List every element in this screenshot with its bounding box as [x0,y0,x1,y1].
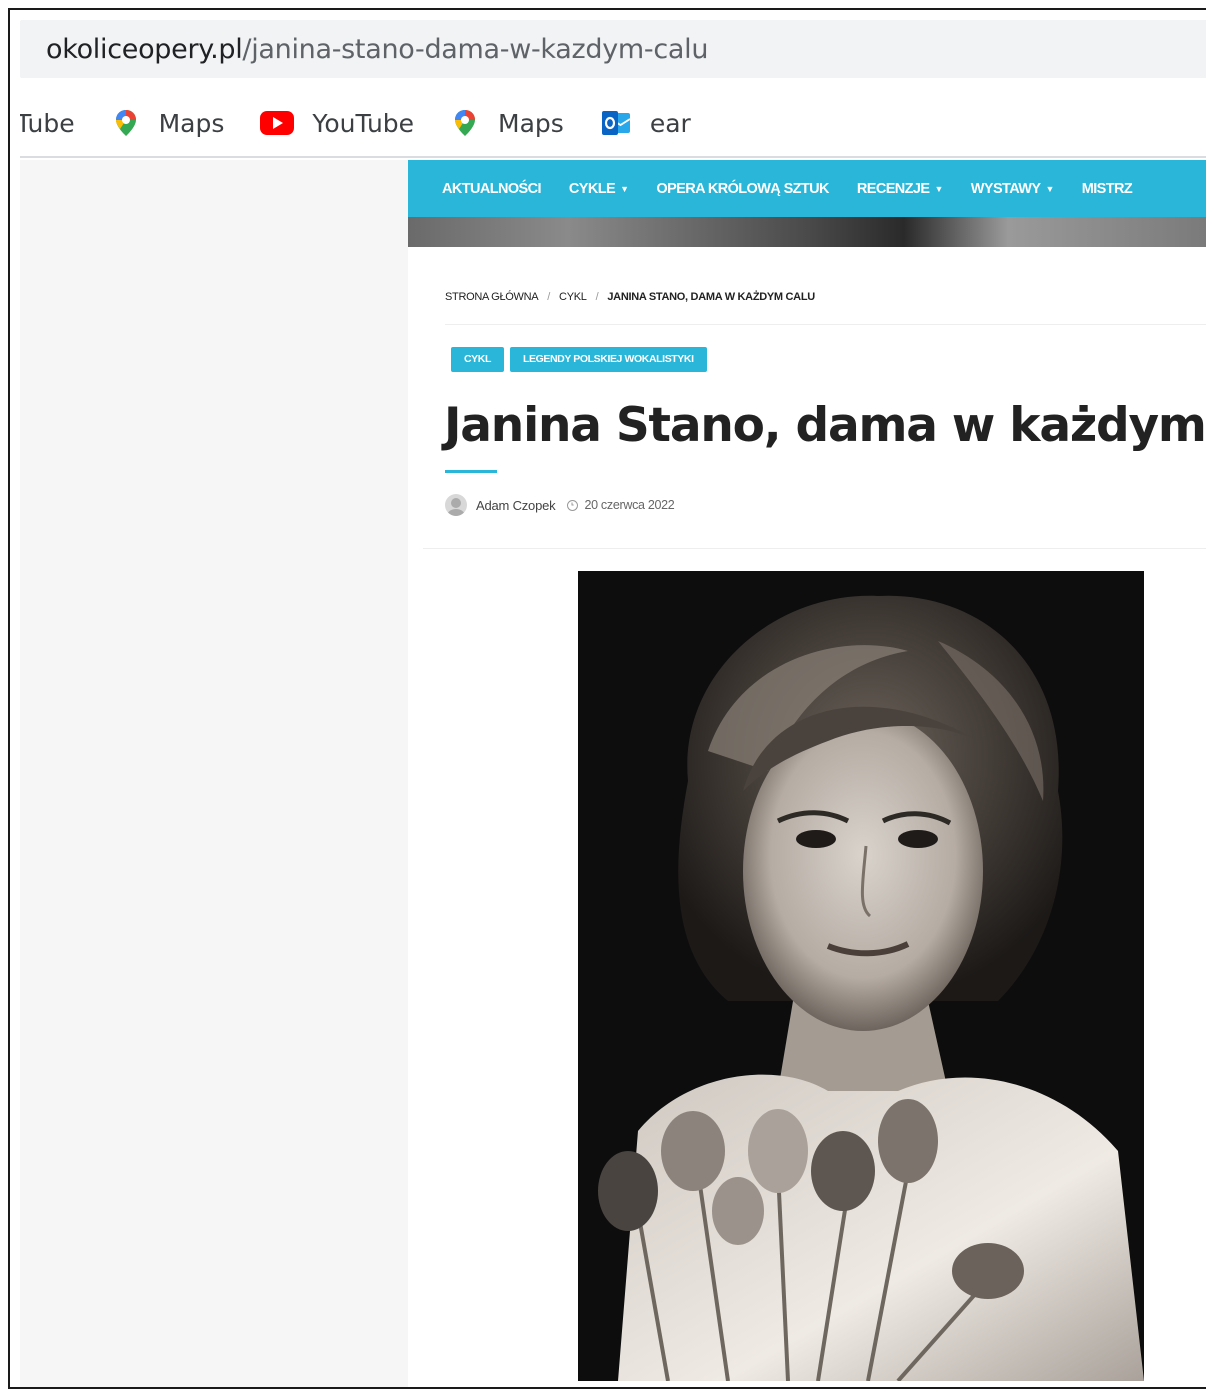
nav-item-recenzje[interactable]: RECENZJE ▼ [857,181,943,197]
breadcrumb-home[interactable]: STRONA GŁÓWNA [445,291,539,303]
author-name[interactable]: Adam Czopek [476,498,556,513]
bookmark-maps[interactable]: Maps [111,108,225,138]
tag-legendy[interactable]: LEGENDY POLSKIEJ WOKALISTYKI [509,347,707,372]
url-path: /janina-stano-dama-w-kazdym-calu [242,33,709,65]
nav-label: RECENZJE [856,180,930,197]
breadcrumb-separator: / [595,291,599,303]
nav-item-wystawy[interactable]: WYSTAWY ▼ [970,180,1055,197]
breadcrumb-separator: / [547,291,551,303]
bookmark-label: Maps [498,108,564,138]
tag-cykl[interactable]: CYKL [451,347,504,372]
bookmark-label: YouTube [312,108,415,138]
url-domain: okoliceopery.pl [46,33,243,65]
chevron-down-icon: ▼ [1045,183,1054,194]
bookmark-outlook[interactable]: ear [600,107,691,139]
bookmarks-bar: Tube Maps YouTube Maps ear [20,90,1206,158]
breadcrumb-current: JANINA STANO, DAMA W KAŻDYM CALU [607,291,815,303]
chevron-down-icon: ▼ [620,183,629,194]
category-tags: CYKL LEGENDY POLSKIEJ WOKALISTYKI [451,347,713,372]
nav-item-cykle[interactable]: CYKLE ▼ [568,180,629,197]
title-underline [445,470,497,473]
portrait-photo [578,571,1144,1381]
nav-label: OPERA KRÓLOWĄ SZTUK [656,180,829,197]
nav-label: MISTRZ [1081,180,1133,197]
browser-window: okoliceopery.pl/janina-stano-dama-w-kazd… [8,8,1206,1389]
divider [445,324,1206,325]
bookmark-youtube[interactable]: YouTube [260,109,414,138]
article-title: Janina Stano, dama w każdym calu [444,398,1206,453]
address-bar[interactable]: okoliceopery.pl/janina-stano-dama-w-kazd… [20,20,1206,78]
left-blank-pane [20,160,408,1387]
nav-item-opera[interactable]: OPERA KRÓLOWĄ SZTUK [656,181,829,197]
breadcrumb-section[interactable]: CYKL [559,291,587,303]
website-content: AKTUALNOŚCI CYKLE ▼ OPERA KRÓLOWĄ SZTUK R… [408,160,1206,1387]
main-navigation: AKTUALNOŚCI CYKLE ▼ OPERA KRÓLOWĄ SZTUK R… [408,160,1206,217]
bookmark-label: ear [649,108,691,138]
bookmark-label: Tube [20,108,75,138]
bookmark-maps-2[interactable]: Maps [450,108,564,138]
publish-date: 20 czerwca 2022 [584,498,675,512]
nav-label: CYKLE [568,180,616,197]
chevron-down-icon: ▼ [934,183,943,194]
nav-item-aktualnosci[interactable]: AKTUALNOŚCI [442,180,542,197]
divider [423,548,1206,549]
nav-label: WYSTAWY [970,180,1041,197]
author-avatar-icon [445,494,467,516]
bookmark-label: Maps [158,108,225,138]
article-meta: Adam Czopek 20 czerwca 2022 [445,494,675,516]
outlook-icon [600,107,632,139]
breadcrumb: STRONA GŁÓWNA / CYKL / JANINA STANO, DAMA W … [445,291,815,303]
nav-label: AKTUALNOŚCI [442,180,542,197]
clock-icon [567,499,579,511]
google-maps-icon [450,108,480,138]
header-image-strip [408,217,1206,247]
bookmark-tube[interactable]: Tube [20,109,75,138]
nav-item-mistrz[interactable]: MISTRZ [1081,180,1133,197]
youtube-icon [260,111,295,135]
url-text[interactable]: okoliceopery.pl/janina-stano-dama-w-kazd… [46,34,708,65]
google-maps-icon [111,108,141,138]
